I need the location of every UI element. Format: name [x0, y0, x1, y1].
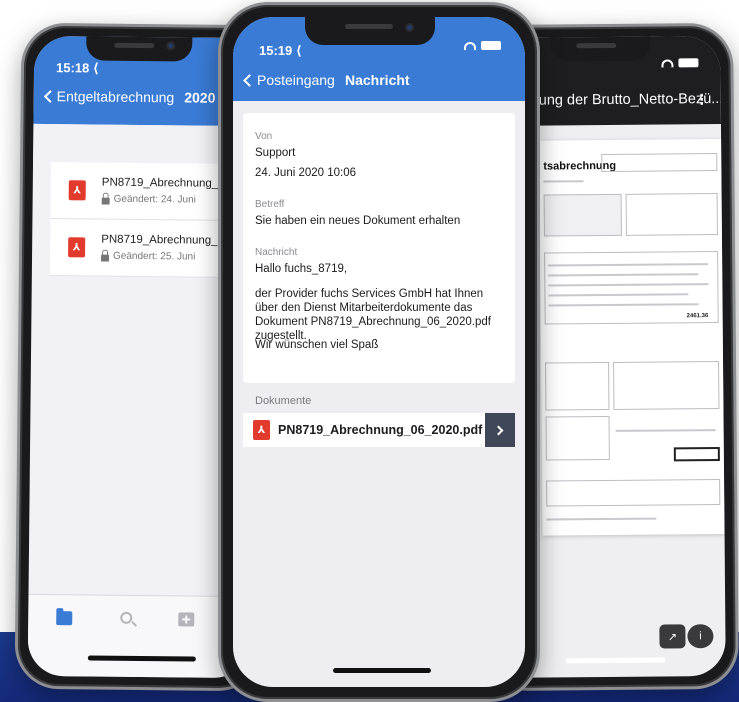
pdf-icon: ⅄: [68, 237, 86, 258]
page-title: Nachricht: [345, 72, 410, 88]
battery-icon: [678, 58, 699, 68]
wifi-icon: [464, 41, 476, 50]
subject-label: Betreff: [255, 199, 285, 210]
message-screen: 15:19 ⟨ Posteingang Nachricht Von Suppor…: [233, 17, 525, 687]
sender: Support: [255, 147, 296, 159]
info-button[interactable]: i: [687, 624, 714, 649]
home-indicator: [333, 668, 431, 673]
date: 24. Juni 2020 10:06: [255, 167, 357, 179]
status-time: 15:19 ⟨: [259, 43, 302, 58]
search-icon[interactable]: [120, 611, 133, 624]
document-meta: Geändert: 24. Juni: [113, 193, 196, 206]
battery-icon: [481, 41, 501, 50]
message-label: Nachricht: [255, 247, 298, 258]
chevron-right-icon: [493, 425, 504, 435]
chevron-left-icon: [43, 89, 57, 103]
from-label: Von: [255, 131, 273, 142]
notch: [305, 17, 435, 45]
back-button[interactable]: Posteingang: [241, 72, 335, 88]
attachment-name: PN8719_Abrechnung_06_2020.pdf: [278, 423, 483, 437]
home-indicator: [565, 657, 666, 664]
subject: Sie haben ein neues Dokument erhalten: [255, 215, 461, 227]
year-label: 2020: [184, 89, 216, 106]
pdf-total: 2461.36: [686, 313, 709, 320]
status-indicators: [464, 41, 501, 50]
notch: [550, 36, 651, 62]
status-time: 15:18 ⟨: [55, 60, 99, 76]
pdf-icon: ⅄: [253, 420, 270, 440]
open-attachment-button[interactable]: [485, 413, 515, 447]
phone-middle: 15:19 ⟨ Posteingang Nachricht Von Suppor…: [218, 2, 540, 702]
lock-icon: [101, 254, 110, 262]
message-card: Von Support 24. Juni 2020 10:06 Betreff …: [243, 113, 515, 383]
more-menu-icon[interactable]: ⋮: [695, 91, 709, 108]
message-body: der Provider fuchs Services GmbH hat Ihn…: [255, 288, 491, 342]
pdf-page-preview[interactable]: tsabrechnung 2461.36: [539, 139, 725, 536]
back-label: Posteingang: [257, 72, 335, 88]
closing: Wir wünschen viel Spaß: [255, 339, 379, 351]
wifi-icon: [661, 58, 674, 68]
back-label: Entgeltabrechnung: [56, 88, 175, 106]
status-indicators: [661, 58, 699, 68]
documents-label: Dokumente: [255, 395, 312, 407]
back-button[interactable]: Entgeltabrechnung 2020: [42, 88, 216, 106]
document-meta: Geändert: 25. Juni: [112, 250, 196, 263]
greeting: Hallo fuchs_8719,: [255, 263, 348, 275]
share-button[interactable]: ↗: [659, 624, 686, 649]
folder-icon[interactable]: [56, 611, 73, 626]
add-icon[interactable]: [178, 612, 195, 627]
attachment-row[interactable]: ⅄ PN8719_Abrechnung_06_2020.pdf: [243, 413, 515, 447]
lock-icon: [101, 197, 110, 205]
notch: [86, 36, 193, 62]
chevron-left-icon: [243, 73, 256, 87]
pdf-icon: ⅄: [68, 180, 86, 201]
